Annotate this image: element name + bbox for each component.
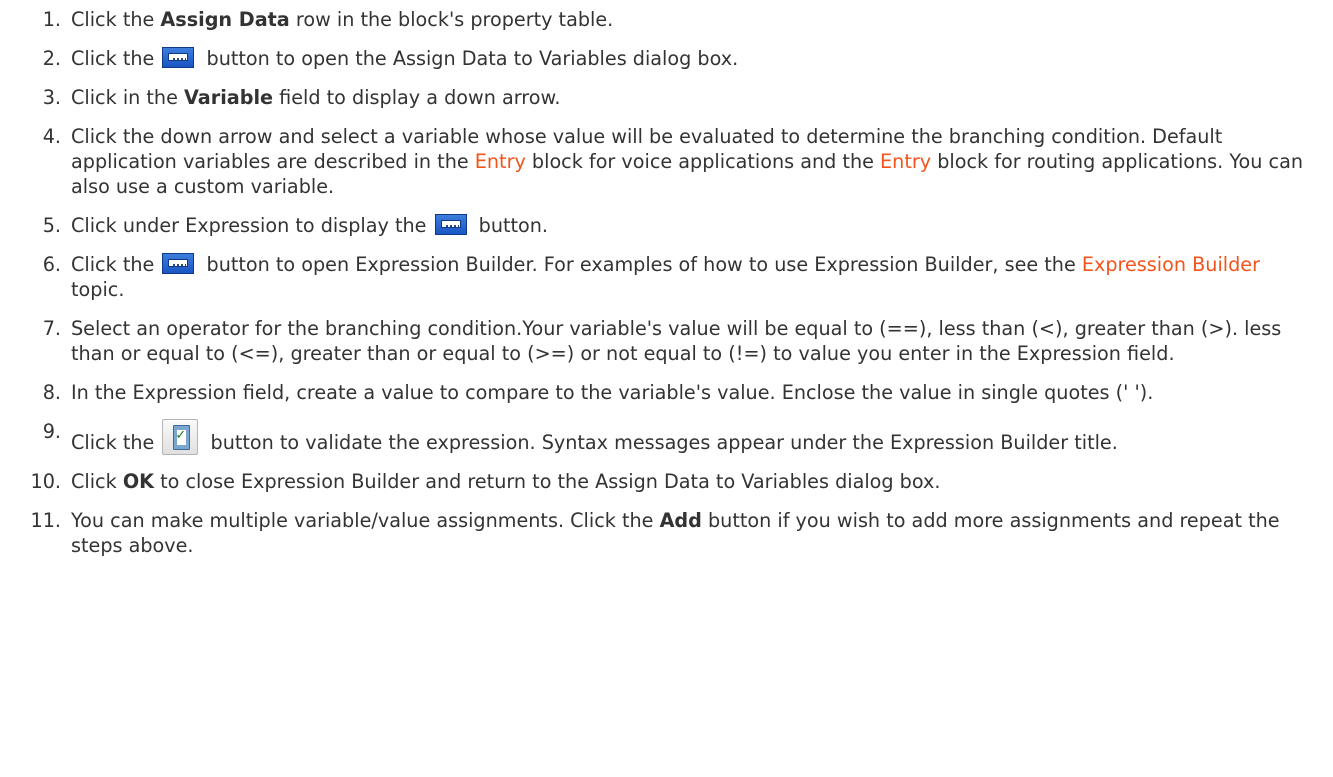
step-7: 7. Select an operator for the branching … (0, 316, 1333, 366)
step-8: 8. In the Expression field, create a val… (0, 380, 1333, 405)
validate-button-icon: ✓ (162, 419, 199, 455)
step-text: Click the Assign Data row in the block's… (71, 8, 614, 31)
step-number: 4. (42, 125, 61, 148)
step-number: 3. (42, 86, 61, 109)
entry-routing-link[interactable]: Entry (880, 150, 931, 173)
expression-builder-link[interactable]: Expression Builder (1082, 253, 1260, 276)
step-text: Click the down arrow and select a variab… (71, 125, 1304, 198)
step-3: 3. Click in the Variable field to displa… (0, 85, 1333, 110)
step-text: Click under Expression to display the bu… (71, 214, 549, 237)
step-number: 11. (30, 509, 61, 532)
step-text: Click OK to close Expression Builder and… (71, 470, 941, 493)
ui-term-assign-data: Assign Data (160, 8, 290, 31)
step-text: Click in the Variable field to display a… (71, 86, 561, 109)
step-2: 2. Click the button to open the Assign D… (0, 46, 1333, 71)
checkmark-icon: ✓ (175, 428, 187, 443)
ellipsis-button-icon (162, 47, 195, 68)
ellipsis-button-icon (434, 214, 467, 235)
instruction-steps: 1. Click the Assign Data row in the bloc… (0, 0, 1333, 558)
step-number: 7. (42, 317, 61, 340)
step-11: 11. You can make multiple variable/value… (0, 508, 1333, 558)
ui-term-ok: OK (122, 470, 155, 493)
step-text: Click the button to open Expression Buil… (71, 253, 1260, 301)
step-number: 9. (42, 420, 61, 443)
step-5: 5. Click under Expression to display the… (0, 213, 1333, 238)
step-text: Click the ✓ button to validate the expre… (71, 419, 1118, 455)
step-1: 1. Click the Assign Data row in the bloc… (0, 7, 1333, 32)
step-9: 9. Click the ✓ button to validate the ex… (0, 419, 1333, 455)
step-number: 1. (42, 8, 61, 31)
step-4: 4. Click the down arrow and select a var… (0, 124, 1333, 199)
ui-term-add: Add (659, 509, 702, 532)
step-text: Click the button to open the Assign Data… (71, 47, 739, 70)
ui-term-variable: Variable (184, 86, 274, 109)
ellipsis-button-icon (162, 253, 195, 274)
step-number: 2. (42, 47, 61, 70)
entry-voice-link[interactable]: Entry (475, 150, 526, 173)
step-6: 6. Click the button to open Expression B… (0, 252, 1333, 302)
step-number: 8. (42, 381, 61, 404)
step-number: 5. (42, 214, 61, 237)
step-text: In the Expression field, create a value … (71, 381, 1154, 404)
step-number: 6. (42, 253, 61, 276)
step-text: You can make multiple variable/value ass… (71, 509, 1280, 557)
step-text: Select an operator for the branching con… (71, 317, 1282, 365)
step-10: 10. Click OK to close Expression Builder… (0, 469, 1333, 494)
step-number: 10. (30, 470, 61, 493)
